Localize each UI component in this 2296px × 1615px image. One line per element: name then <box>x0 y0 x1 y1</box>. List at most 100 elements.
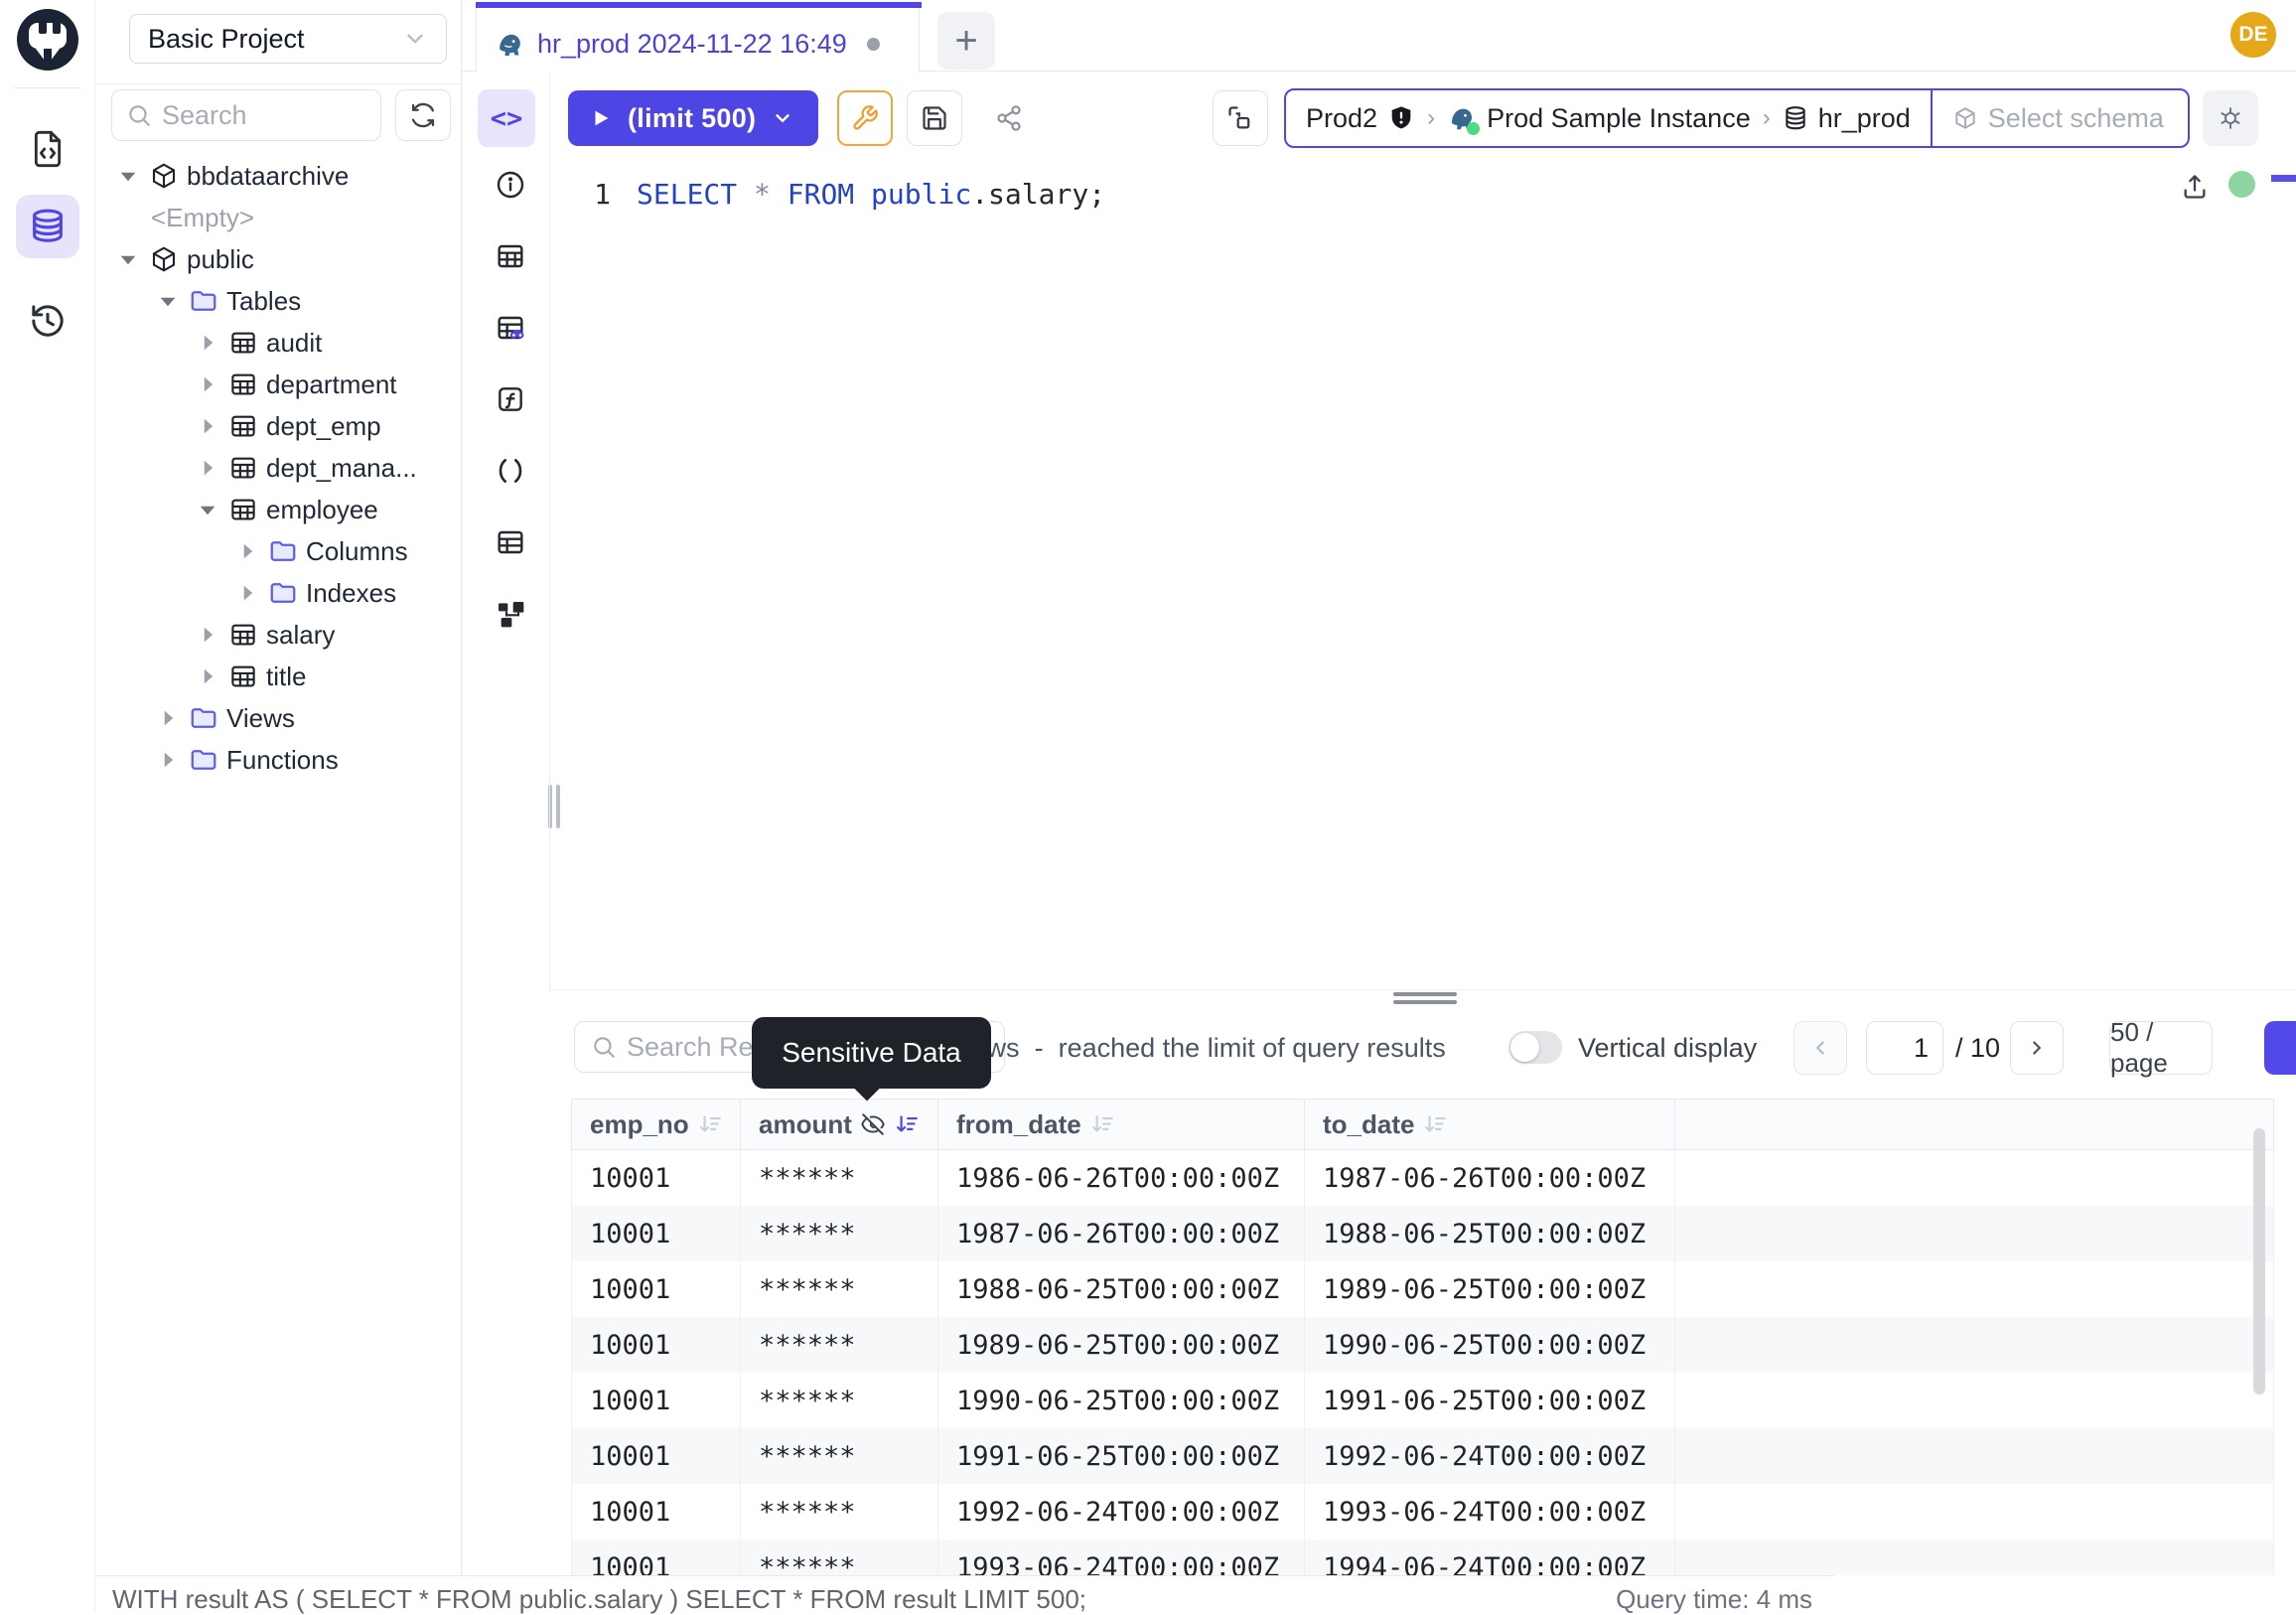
column-header-from_date[interactable]: from_date <box>938 1100 1305 1149</box>
tree-item-tables[interactable]: Tables <box>95 280 462 322</box>
table-row[interactable]: 10001******1992-06-24T00:00:00Z1993-06-2… <box>572 1484 2274 1540</box>
tab-hr-prod[interactable]: hr_prod 2024-11-22 16:49 <box>476 2 920 73</box>
sort-icon[interactable] <box>1422 1111 1448 1137</box>
tree-item-dept-emp[interactable]: dept_emp <box>95 405 462 447</box>
code-mode-button[interactable]: <> <box>478 89 535 147</box>
schema-diagram-icon[interactable] <box>491 594 530 634</box>
tree-caret-right[interactable] <box>195 413 220 439</box>
tree-item-indexes[interactable]: Indexes <box>95 572 462 614</box>
tree-caret-down[interactable] <box>195 497 220 522</box>
tree-caret-right[interactable] <box>195 330 220 356</box>
tree-caret-down[interactable] <box>155 288 181 314</box>
tree-caret-right[interactable] <box>234 580 260 606</box>
tree-caret-right[interactable] <box>195 455 220 481</box>
column-header-emp_no[interactable]: emp_no <box>572 1100 741 1149</box>
worksheet-icon[interactable] <box>16 117 79 181</box>
page-number-input[interactable] <box>1866 1021 1943 1075</box>
column-header-amount[interactable]: amount <box>741 1100 938 1149</box>
cell-amount: ****** <box>741 1540 938 1575</box>
editor-scroll-marker[interactable] <box>2271 175 2296 182</box>
tree-caret-down[interactable] <box>115 163 141 189</box>
cell-filler <box>1675 1261 2274 1317</box>
tree-caret-down[interactable] <box>115 246 141 272</box>
cell-to_date: 1991-06-25T00:00:00Z <box>1305 1373 1675 1428</box>
notice-separator: - <box>1035 1033 1044 1063</box>
tree-caret-right[interactable] <box>195 663 220 689</box>
tree-item-audit[interactable]: audit <box>95 322 462 364</box>
page-size-label: 50 / page <box>2110 1017 2212 1079</box>
schema-select[interactable]: Select schema <box>1931 90 2188 146</box>
tree-item-employee[interactable]: employee <box>95 489 462 530</box>
table-row[interactable]: 10001******1989-06-25T00:00:00Z1990-06-2… <box>572 1317 2274 1373</box>
batch-mode-button[interactable] <box>1213 90 1268 146</box>
export-button[interactable] <box>2264 1021 2296 1075</box>
connection-breadcrumb[interactable]: Prod2 › Prod Sample Instance › hr_prod <box>1286 90 1931 146</box>
database-nav-icon[interactable] <box>16 195 79 258</box>
sort-icon[interactable] <box>697 1111 723 1137</box>
tree-item--empty-[interactable]: <Empty> <box>95 197 462 238</box>
tree-caret-right[interactable] <box>155 747 181 773</box>
table-row[interactable]: 10001******1987-06-26T00:00:00Z1988-06-2… <box>572 1206 2274 1261</box>
avatar[interactable]: DE <box>2230 12 2276 58</box>
tree-item-title[interactable]: title <box>95 656 462 697</box>
table-row[interactable]: 10001******1986-06-26T00:00:00Z1987-06-2… <box>572 1150 2274 1206</box>
function-panel-icon[interactable] <box>491 379 530 419</box>
save-button[interactable] <box>907 90 962 146</box>
splitter-handle[interactable] <box>1393 1000 1457 1004</box>
sensitive-data-panel-icon[interactable] <box>491 308 530 348</box>
vertical-display-toggle[interactable] <box>1508 1031 1562 1064</box>
tree-item-views[interactable]: Views <box>95 697 462 739</box>
refresh-button[interactable] <box>395 89 451 141</box>
tree-caret-right[interactable] <box>234 538 260 564</box>
sidebar-search[interactable] <box>111 89 381 141</box>
sql-editor[interactable]: 1 SELECT * FROM public.salary; <box>581 173 1105 217</box>
cell-to_date: 1993-06-24T00:00:00Z <box>1305 1484 1675 1540</box>
column-header-to_date[interactable]: to_date <box>1305 1100 1675 1149</box>
share-button[interactable] <box>981 90 1037 146</box>
cell-amount: ****** <box>741 1150 938 1206</box>
tree-item-dept-mana-[interactable]: dept_mana... <box>95 447 462 489</box>
table-row[interactable]: 10001******1988-06-25T00:00:00Z1989-06-2… <box>572 1261 2274 1317</box>
run-query-button[interactable]: (limit 500) <box>568 90 818 146</box>
cell-emp_no: 10001 <box>572 1373 741 1428</box>
tree-item-bbdataarchive[interactable]: bbdataarchive <box>95 155 462 197</box>
tree-caret-right[interactable] <box>155 705 181 731</box>
tree-item-functions[interactable]: Functions <box>95 739 462 781</box>
tree-item-columns[interactable]: Columns <box>95 530 462 572</box>
info-icon[interactable] <box>491 165 530 205</box>
table-icon <box>228 369 258 399</box>
tree-caret-right[interactable] <box>195 622 220 648</box>
page-size-select[interactable]: 50 / page <box>2109 1021 2213 1075</box>
upload-icon[interactable] <box>2181 173 2209 201</box>
tree-caret-right[interactable] <box>195 371 220 397</box>
table-scrollbar[interactable] <box>2253 1128 2265 1395</box>
table-row[interactable]: 10001******1990-06-25T00:00:00Z1991-06-2… <box>572 1373 2274 1428</box>
cell-from_date: 1986-06-26T00:00:00Z <box>938 1150 1305 1206</box>
tree-item-public[interactable]: public <box>95 238 462 280</box>
cell-emp_no: 10001 <box>572 1206 741 1261</box>
tree-item-salary[interactable]: salary <box>95 614 462 656</box>
parentheses-panel-icon[interactable] <box>491 451 530 491</box>
splitter-handle[interactable] <box>1393 992 1457 996</box>
tab-unsaved-dot <box>867 38 880 51</box>
ai-assistant-button[interactable] <box>2203 90 2258 146</box>
sort-icon[interactable] <box>1089 1111 1115 1137</box>
history-icon[interactable] <box>16 289 79 353</box>
table-panel-icon[interactable] <box>491 236 530 276</box>
logo-mouth-cut <box>44 49 52 67</box>
table-row[interactable]: 10001******1991-06-25T00:00:00Z1992-06-2… <box>572 1428 2274 1484</box>
next-page-button[interactable] <box>2010 1021 2064 1075</box>
cube-icon <box>149 161 179 191</box>
new-tab-button[interactable]: + <box>937 12 995 70</box>
table-row[interactable]: 10001******1993-06-24T00:00:00Z1994-06-2… <box>572 1540 2274 1575</box>
project-select[interactable]: Basic Project <box>129 14 447 64</box>
table-detail-icon[interactable] <box>491 522 530 562</box>
bytebase-logo[interactable] <box>17 9 78 71</box>
tree-item-department[interactable]: department <box>95 364 462 405</box>
prev-page-button[interactable] <box>1794 1021 1847 1075</box>
format-sql-button[interactable] <box>837 90 893 146</box>
sort-icon[interactable] <box>894 1111 920 1137</box>
page-total: / 10 <box>1955 1033 2000 1064</box>
sidebar-search-input[interactable] <box>162 100 351 131</box>
eye-off-icon[interactable] <box>860 1111 886 1137</box>
